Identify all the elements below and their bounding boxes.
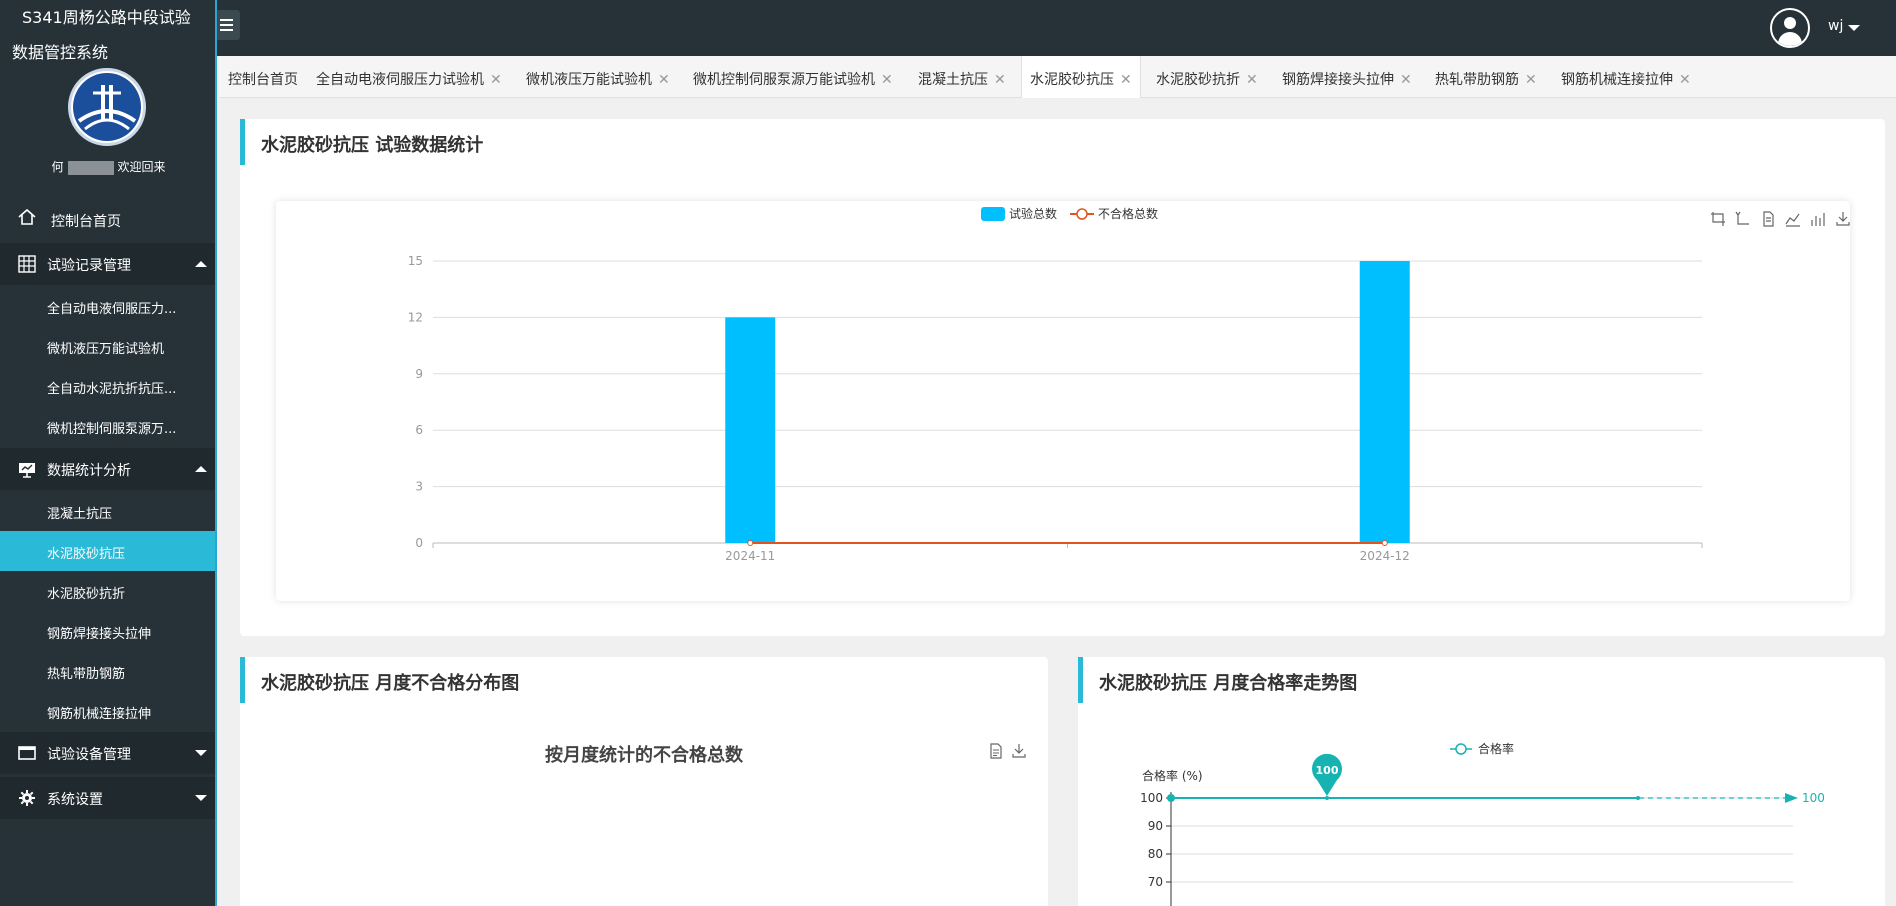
app-title: S341周杨公路中段试验 数据管控系统 bbox=[12, 8, 191, 62]
zoom-reset-icon[interactable] bbox=[1735, 211, 1749, 225]
logo bbox=[68, 68, 146, 146]
close-icon[interactable]: ✕ bbox=[1525, 72, 1537, 88]
download-icon[interactable] bbox=[1836, 212, 1850, 226]
legend-label: 合格率 bbox=[1478, 741, 1514, 756]
stats-panel: 水泥胶砂抗压 试验数据统计 试验总数 不合格总数 0 3 6 9 12 15 2024-11 20… bbox=[240, 119, 1885, 636]
x-tick-label: 2024-11 bbox=[725, 549, 775, 563]
line-toggle-icon[interactable] bbox=[1785, 213, 1800, 227]
window-icon bbox=[18, 746, 36, 760]
mark-line-arrow bbox=[1785, 793, 1798, 803]
y-axis-label: 合格率 (%) bbox=[1142, 768, 1203, 783]
gear-icon bbox=[19, 790, 35, 806]
tab-hydraulic-universal[interactable]: 微机液压万能试验机 ✕ bbox=[526, 56, 670, 98]
monthly-rate-panel: 水泥胶砂抗压 月度合格率走势图 合格率 合格率 (%) 70 80 90 100 100 10… bbox=[1078, 657, 1885, 906]
user-name[interactable]: wj bbox=[1828, 18, 1843, 34]
legend-bar-swatch bbox=[981, 207, 1005, 221]
sidebar-item-concrete-comp[interactable]: 混凝土抗压 bbox=[0, 491, 215, 531]
y-tick-label: 100 bbox=[1140, 791, 1163, 805]
y-tick-label: 70 bbox=[1148, 875, 1163, 889]
sidebar-item-cement-comp[interactable]: 水泥胶砂抗压 bbox=[0, 531, 215, 571]
bar-toggle-icon[interactable] bbox=[1811, 213, 1825, 226]
bar bbox=[725, 317, 776, 543]
fail-point bbox=[1381, 540, 1388, 546]
close-icon[interactable]: ✕ bbox=[1246, 72, 1258, 88]
y-tick-label: 12 bbox=[408, 310, 423, 324]
panel-title: 水泥胶砂抗压 试验数据统计 bbox=[240, 119, 483, 165]
sidebar-group-data-stats[interactable]: 数据统计分析 bbox=[0, 448, 215, 490]
tab-servo-pressure[interactable]: 全自动电液伺服压力试验机 ✕ bbox=[316, 56, 502, 98]
sidebar-group-equipment[interactable]: 试验设备管理 bbox=[0, 732, 215, 774]
data-view-icon[interactable] bbox=[988, 743, 1004, 759]
y-tick-label: 9 bbox=[415, 367, 423, 381]
mark-line-label: 100 bbox=[1802, 791, 1825, 805]
data-view-icon[interactable] bbox=[1763, 211, 1774, 227]
tab-ribbed-bar[interactable]: 热轧带肋钢筋 ✕ bbox=[1435, 56, 1537, 98]
y-tick-label: 3 bbox=[415, 480, 423, 494]
max-pin-label: 100 bbox=[1316, 764, 1339, 777]
sidebar-item-weld-tensile[interactable]: 钢筋焊接接头拉伸 bbox=[0, 611, 215, 651]
sidebar-item-cement-flex[interactable]: 水泥胶砂抗折 bbox=[0, 571, 215, 611]
collapse-icon bbox=[195, 261, 207, 267]
y-tick-label: 80 bbox=[1148, 847, 1163, 861]
pass-rate-chart: 合格率合格率 (%) 70 80 90 100 100 100 bbox=[1140, 741, 1825, 906]
legend-line-swatch-dot bbox=[1076, 208, 1088, 220]
tab-home[interactable]: 控制台首页 bbox=[228, 56, 298, 98]
close-icon[interactable]: ✕ bbox=[658, 72, 670, 88]
bar bbox=[1359, 261, 1410, 543]
expand-icon bbox=[195, 795, 207, 801]
monthly-fail-panel: 水泥胶砂抗压 月度不合格分布图 按月度统计的不合格总数 bbox=[240, 657, 1048, 906]
legend-line-swatch-dot bbox=[1455, 743, 1467, 755]
close-icon[interactable]: ✕ bbox=[1400, 72, 1412, 88]
panel-title: 水泥胶砂抗压 月度不合格分布图 bbox=[240, 657, 519, 703]
close-icon[interactable]: ✕ bbox=[490, 72, 502, 88]
tab-concrete-comp[interactable]: 混凝土抗压 ✕ bbox=[918, 56, 1006, 98]
y-tick-label: 90 bbox=[1148, 819, 1163, 833]
close-icon[interactable]: ✕ bbox=[994, 72, 1006, 88]
tab-weld-tensile[interactable]: 钢筋焊接接头拉伸 ✕ bbox=[1282, 56, 1412, 98]
sidebar-group-test-records[interactable]: 试验记录管理 bbox=[0, 243, 215, 285]
x-tick-label: 2024-12 bbox=[1360, 549, 1410, 563]
close-icon[interactable]: ✕ bbox=[881, 72, 893, 88]
close-icon[interactable]: ✕ bbox=[1120, 72, 1132, 88]
sidebar-item-hydraulic-universal[interactable]: 微机液压万能试验机 bbox=[0, 326, 215, 366]
close-icon[interactable]: ✕ bbox=[1679, 72, 1691, 88]
user-menu-caret-icon[interactable] bbox=[1848, 25, 1860, 31]
tab-servo-pump[interactable]: 微机控制伺服泵源万能试验机 ✕ bbox=[693, 56, 893, 98]
sidebar-item-home[interactable]: 控制台首页 bbox=[0, 200, 215, 238]
blurred-username bbox=[67, 160, 114, 175]
legend-label: 试验总数 bbox=[1009, 206, 1057, 221]
tab-cement-flex[interactable]: 水泥胶砂抗折 ✕ bbox=[1156, 56, 1258, 98]
legend-label: 不合格总数 bbox=[1098, 206, 1158, 221]
home-icon bbox=[18, 208, 36, 225]
sidebar-item-servo-pump[interactable]: 微机控制伺服泵源万... bbox=[0, 406, 215, 446]
sidebar-item-servo-pressure[interactable]: 全自动电液伺服压力... bbox=[0, 286, 215, 326]
presentation-icon bbox=[19, 463, 35, 478]
y-tick-label: 0 bbox=[415, 536, 423, 550]
grid-icon bbox=[18, 255, 36, 273]
sidebar-item-ribbed-bar[interactable]: 热轧带肋钢筋 bbox=[0, 651, 215, 691]
tab-cement-comp[interactable]: 水泥胶砂抗压 ✕ bbox=[1021, 56, 1141, 98]
sidebar-group-settings[interactable]: 系统设置 bbox=[0, 777, 215, 819]
welcome-text: 何欢迎回来 bbox=[51, 160, 166, 175]
sidebar-item-cement-flex-comp[interactable]: 全自动水泥抗折抗压... bbox=[0, 366, 215, 406]
zoom-icon[interactable] bbox=[1711, 212, 1725, 226]
y-tick-label: 15 bbox=[408, 254, 423, 268]
expand-icon bbox=[195, 750, 207, 756]
y-tick-label: 6 bbox=[415, 423, 423, 437]
pie-chart-title: 按月度统计的不合格总数 bbox=[545, 745, 743, 766]
stats-chart-card: 试验总数 不合格总数 0 3 6 9 12 15 2024-11 2024-12 bbox=[276, 201, 1850, 601]
user-avatar-icon[interactable] bbox=[1770, 8, 1810, 48]
sidebar: S341周杨公路中段试验 数据管控系统 何欢迎回来 控制台首页 试验记录管理 全… bbox=[0, 0, 217, 906]
top-bar: wj bbox=[0, 0, 1896, 56]
test-stats-chart: 试验总数 不合格总数 0 3 6 9 12 15 2024-11 2024-12 bbox=[408, 206, 1850, 563]
fail-point bbox=[747, 540, 754, 546]
download-icon[interactable] bbox=[1011, 743, 1027, 759]
sidebar-item-mech-splice[interactable]: 钢筋机械连接拉伸 bbox=[0, 691, 215, 731]
tab-bar: 控制台首页 全自动电液伺服压力试验机 ✕ 微机液压万能试验机 ✕ 微机控制伺服泵源万… bbox=[219, 56, 1896, 98]
tab-mech-splice[interactable]: 钢筋机械连接拉伸 ✕ bbox=[1561, 56, 1691, 98]
collapse-icon bbox=[195, 466, 207, 472]
